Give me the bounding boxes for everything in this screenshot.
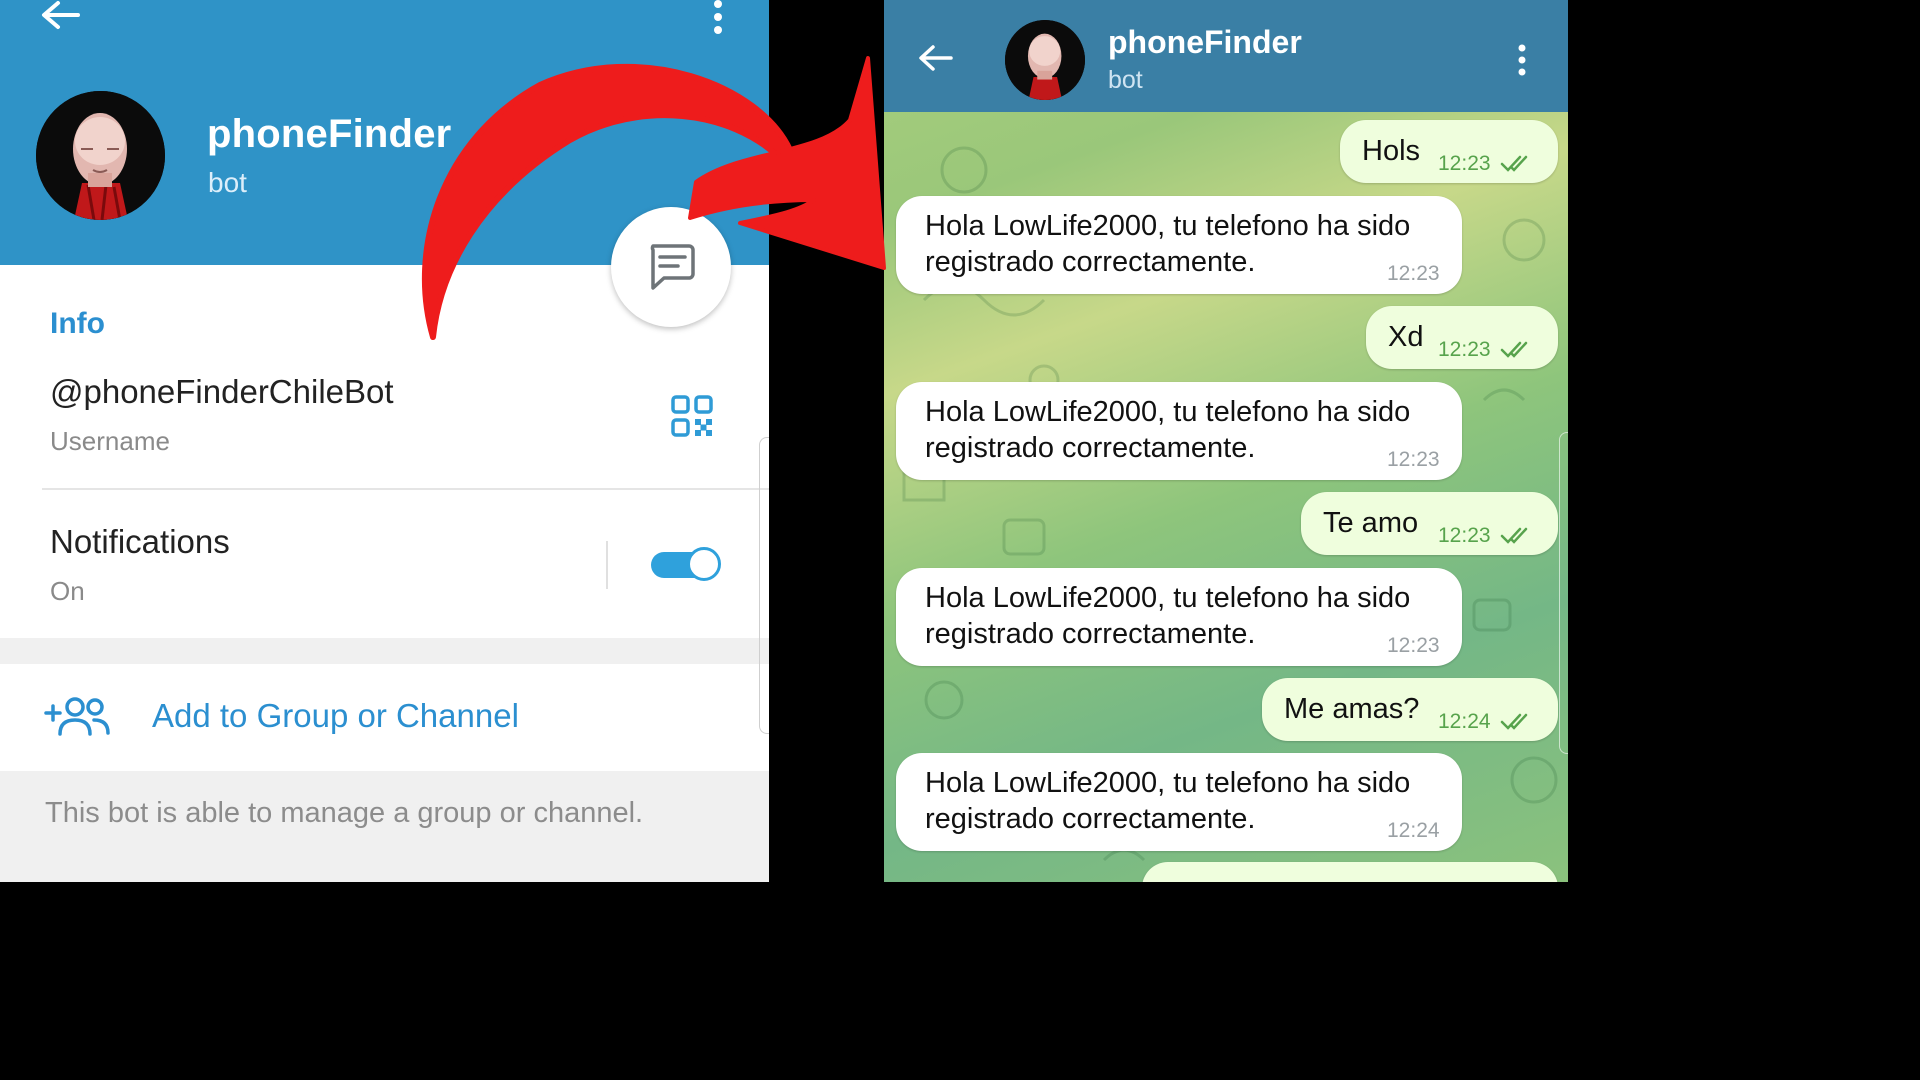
double-check-icon — [1500, 527, 1528, 544]
message-text: Hols — [1362, 135, 1421, 167]
chat-avatar[interactable] — [1005, 20, 1085, 100]
chat-screen: phoneFinder bot Hols 12:23 Hola LowLife2… — [884, 0, 1568, 882]
chat-title[interactable]: phoneFinder — [1108, 24, 1302, 61]
message-text: Te amo — [1323, 507, 1419, 539]
message-time: 12:23 — [1438, 338, 1491, 361]
toggle-knob — [687, 547, 721, 581]
message-time: 12:23 — [1387, 262, 1440, 285]
back-arrow-icon[interactable] — [918, 43, 954, 73]
message-icon — [650, 244, 695, 290]
username-caption: Username — [50, 426, 170, 456]
profile-subtitle: bot — [208, 167, 247, 198]
incoming-message[interactable]: Hola LowLife2000, tu telefono ha sido re… — [896, 568, 1462, 666]
avatar[interactable] — [36, 91, 165, 220]
double-check-icon — [1500, 155, 1528, 172]
divider — [42, 488, 769, 490]
bot-capability-note: This bot is able to manage a group or ch… — [45, 797, 644, 829]
username-value[interactable]: @phoneFinderChileBot — [50, 373, 394, 411]
message-text-line1: Hola LowLife2000, tu telefono ha sido — [925, 210, 1411, 242]
scroll-indicator[interactable] — [759, 437, 769, 734]
message-text-line1: Hola LowLife2000, tu telefono ha sido — [925, 582, 1411, 614]
chat-scroll-indicator[interactable] — [1559, 432, 1568, 754]
incoming-message[interactable]: Hola LowLife2000, tu telefono ha sido re… — [896, 753, 1462, 851]
double-check-icon — [1500, 341, 1528, 358]
outgoing-message[interactable]: Hols 12:23 — [1340, 120, 1558, 183]
message-time: 12:24 — [1387, 819, 1440, 842]
bot-profile-screen: phoneFinder bot Info @phoneFinderChileBo… — [0, 0, 769, 882]
message-time: 12:24 — [1438, 710, 1491, 733]
message-text-line2: registrado correctamente. — [925, 246, 1256, 278]
notifications-toggle[interactable] — [651, 547, 723, 583]
message-text-line1: Hola LowLife2000, tu telefono ha sido — [925, 396, 1411, 428]
message-text-line1: Hola LowLife2000, tu telefono ha sido — [925, 767, 1411, 799]
info-section-label: Info — [50, 307, 105, 340]
message-time: 12:23 — [1387, 448, 1440, 471]
add-group-icon — [44, 697, 110, 736]
add-to-group-label[interactable]: Add to Group or Channel — [152, 697, 519, 735]
outgoing-message[interactable]: Te amo 12:23 — [1301, 492, 1558, 555]
chat-subtitle: bot — [1108, 66, 1143, 94]
outgoing-message-partial[interactable] — [1142, 862, 1558, 882]
message-time: 12:23 — [1438, 152, 1491, 175]
outgoing-message[interactable]: Xd 12:23 — [1366, 306, 1558, 369]
message-time: 12:23 — [1438, 524, 1491, 547]
qr-code-icon[interactable] — [671, 395, 713, 437]
more-vert-icon[interactable] — [704, 0, 732, 40]
notifications-state: On — [50, 576, 85, 606]
incoming-message[interactable]: Hola LowLife2000, tu telefono ha sido re… — [896, 382, 1462, 480]
message-text: Xd — [1388, 321, 1424, 353]
send-message-button[interactable] — [611, 207, 731, 327]
back-arrow-icon[interactable] — [38, 0, 82, 34]
notifications-label[interactable]: Notifications — [50, 523, 230, 561]
double-check-icon — [1500, 713, 1528, 730]
message-text-line2: registrado correctamente. — [925, 618, 1256, 650]
more-vert-icon[interactable] — [1512, 44, 1532, 78]
message-text-line2: registrado correctamente. — [925, 432, 1256, 464]
message-time: 12:23 — [1387, 634, 1440, 657]
profile-title: phoneFinder — [207, 112, 452, 156]
outgoing-message[interactable]: Me amas? 12:24 — [1262, 678, 1558, 741]
message-text-line2: registrado correctamente. — [925, 803, 1256, 835]
vertical-separator — [606, 541, 608, 589]
message-text: Me amas? — [1284, 693, 1420, 725]
incoming-message[interactable]: Hola LowLife2000, tu telefono ha sido re… — [896, 196, 1462, 294]
